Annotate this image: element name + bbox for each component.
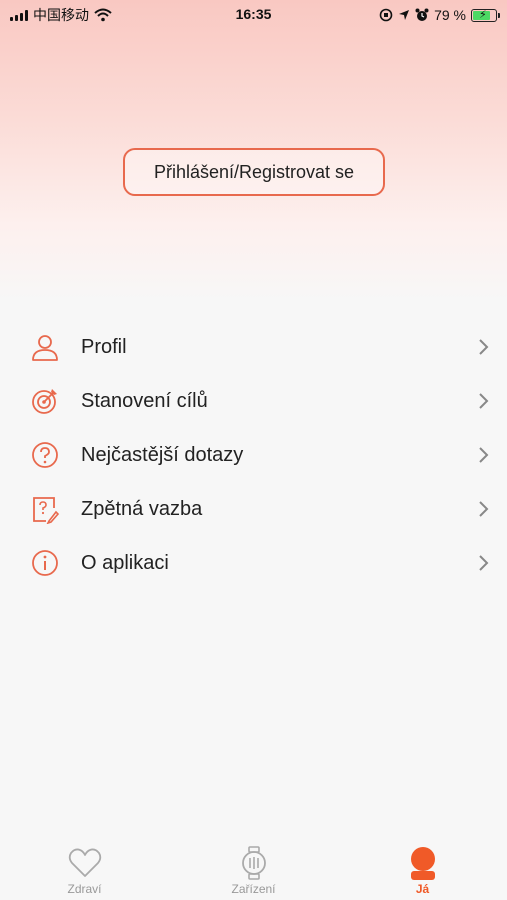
info-icon	[32, 550, 58, 576]
settings-menu: Profil Stanovení cílů Nejčastější dotazy	[0, 320, 507, 590]
chevron-right-icon	[479, 447, 489, 463]
menu-item-about[interactable]: O aplikaci	[0, 536, 507, 590]
status-time: 16:35	[235, 6, 272, 22]
menu-item-label: Profil	[81, 335, 127, 358]
menu-item-label: O aplikaci	[81, 551, 169, 574]
watch-icon	[241, 846, 266, 880]
tab-me[interactable]: Já	[338, 840, 507, 900]
target-icon	[32, 389, 57, 414]
tab-devices[interactable]: Zařízení	[169, 840, 338, 900]
tab-bar: Zdraví Zařízení Já	[0, 840, 507, 900]
feedback-icon	[33, 497, 60, 524]
user-icon	[410, 847, 435, 880]
tab-label: Já	[415, 882, 430, 896]
login-register-button[interactable]: Přihlášení/Registrovat se	[123, 148, 385, 196]
menu-item-label: Stanovení cílů	[81, 389, 208, 412]
menu-item-label: Nejčastější dotazy	[81, 443, 244, 466]
login-register-label: Přihlášení/Registrovat se	[153, 161, 355, 182]
menu-item-feedback[interactable]: Zpětná vazba	[0, 482, 507, 536]
battery-icon: ⚡	[471, 8, 500, 22]
menu-item-faq[interactable]: Nejčastější dotazy	[0, 428, 507, 482]
tab-label: Zařízení	[231, 882, 276, 896]
question-circle-icon	[32, 442, 58, 468]
status-bar: 中国移动 16:35 79 % ⚡	[0, 0, 507, 30]
chevron-right-icon	[479, 501, 489, 517]
chevron-right-icon	[479, 555, 489, 571]
tab-label: Zdraví	[67, 882, 102, 896]
tab-health[interactable]: Zdraví	[0, 840, 169, 900]
chevron-right-icon	[479, 339, 489, 355]
menu-item-label: Zpětná vazba	[81, 497, 203, 520]
menu-item-profile[interactable]: Profil	[0, 320, 507, 374]
person-icon	[32, 335, 58, 361]
heart-icon	[68, 848, 101, 877]
chevron-right-icon	[479, 393, 489, 409]
menu-item-goals[interactable]: Stanovení cílů	[0, 374, 507, 428]
